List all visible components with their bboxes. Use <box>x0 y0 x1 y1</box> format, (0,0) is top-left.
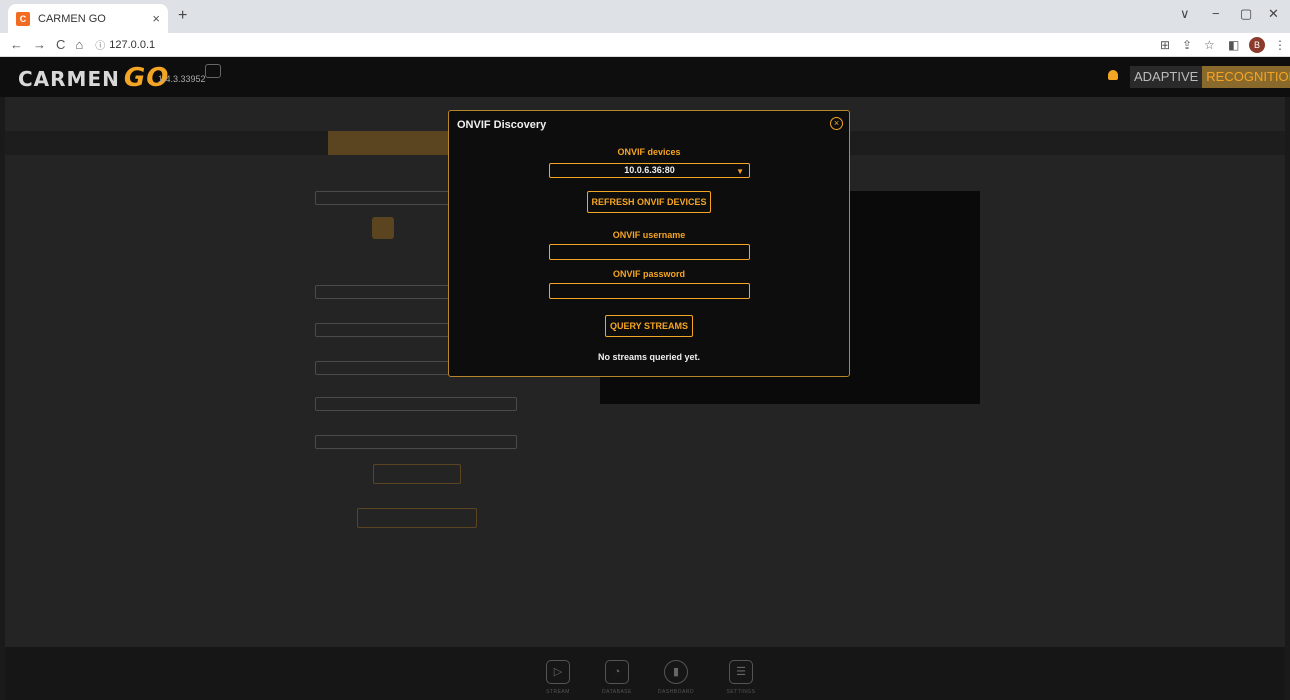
back-button[interactable]: ← <box>10 37 23 52</box>
settings-icon: ☰ <box>729 660 753 684</box>
nav-label: STREAM <box>546 689 570 695</box>
bottom-nav <box>5 647 1285 700</box>
chevron-down-icon: ▼ <box>736 167 744 176</box>
background-lock-icon <box>372 217 394 239</box>
close-window-button[interactable]: ✕ <box>1268 6 1279 22</box>
query-streams-button[interactable]: QUERY STREAMS <box>605 315 693 337</box>
nav-stream[interactable]: ▷ STREAM <box>535 660 581 695</box>
background-button <box>373 464 461 484</box>
modal-title: ONVIF Discovery <box>457 119 547 131</box>
translate-icon[interactable]: ⊞ <box>1160 38 1170 52</box>
nav-settings[interactable]: ☰ SETTINGS <box>718 660 764 695</box>
browser-tabbar: C CARMEN GO × + ∨ − ▢ ✕ <box>0 0 1290 33</box>
nav-label: SETTINGS <box>726 689 756 695</box>
stream-icon: ▷ <box>546 660 570 684</box>
carmen-go-logo: CARMEN GO <box>18 63 169 93</box>
app-version: 1.4.3.33952 <box>158 74 206 84</box>
maximize-button[interactable]: ▢ <box>1240 6 1252 22</box>
tab-title: CARMEN GO <box>38 12 106 25</box>
background-field <box>315 435 517 449</box>
browser-tab[interactable]: C CARMEN GO × <box>8 4 168 33</box>
adaptive-recognition-brand: ADAPTIVE RECOGNITION <box>1130 66 1290 88</box>
streams-status: No streams queried yet. <box>597 352 701 362</box>
nav-dashboard[interactable]: ▮ DASHBOARD <box>653 660 699 695</box>
tab-close-icon[interactable]: × <box>152 11 160 26</box>
address-bar: ← → C ⌂ ⓘ 127.0.0.1 <box>0 33 1290 57</box>
brand-adaptive: ADAPTIVE <box>1130 66 1203 88</box>
selected-device: 10.0.6.36:80 <box>624 165 675 175</box>
onvif-password-label: ONVIF password <box>612 269 685 279</box>
forward-button[interactable]: → <box>33 37 46 52</box>
new-tab-button[interactable]: + <box>178 7 187 25</box>
logo-text: CARMEN <box>18 67 120 91</box>
refresh-onvif-devices-button[interactable]: REFRESH ONVIF DEVICES <box>587 191 711 213</box>
onvif-devices-label: ONVIF devices <box>617 147 681 157</box>
onvif-password-input[interactable] <box>549 283 750 299</box>
chat-icon[interactable] <box>205 64 221 78</box>
dashboard-icon: ▮ <box>664 660 688 684</box>
site-info-icon[interactable]: ⓘ <box>95 37 105 52</box>
profile-avatar[interactable]: B <box>1249 37 1265 53</box>
database-icon: ◔ <box>605 660 629 684</box>
brand-recognition: RECOGNITION <box>1202 66 1290 88</box>
onvif-devices-select[interactable]: 10.0.6.36:80 ▼ <box>549 163 750 178</box>
user-icon[interactable] <box>1108 70 1118 80</box>
nav-database[interactable]: ◔ DATABASE <box>594 660 640 695</box>
side-panel-icon[interactable]: ◧ <box>1228 38 1239 52</box>
reload-button[interactable]: C <box>56 37 65 52</box>
tab-search-icon[interactable]: ∨ <box>1180 6 1190 22</box>
bookmark-star-icon[interactable]: ☆ <box>1204 38 1215 52</box>
background-field <box>315 397 517 411</box>
onvif-username-input[interactable] <box>549 244 750 260</box>
browser-menu-icon[interactable]: ⋮ <box>1274 38 1286 52</box>
onvif-discovery-modal: ONVIF Discovery × ONVIF devices 10.0.6.3… <box>448 110 850 377</box>
close-icon[interactable]: × <box>830 117 843 130</box>
background-button <box>357 508 477 528</box>
nav-label: DASHBOARD <box>657 689 695 695</box>
url-field[interactable]: 127.0.0.1 <box>109 39 155 51</box>
home-button[interactable]: ⌂ <box>75 37 83 52</box>
carmen-favicon-icon: C <box>16 11 30 26</box>
share-icon[interactable]: ⇪ <box>1182 38 1192 52</box>
minimize-button[interactable]: − <box>1212 6 1220 21</box>
nav-label: DATABASE <box>602 689 632 695</box>
onvif-username-label: ONVIF username <box>612 230 686 240</box>
